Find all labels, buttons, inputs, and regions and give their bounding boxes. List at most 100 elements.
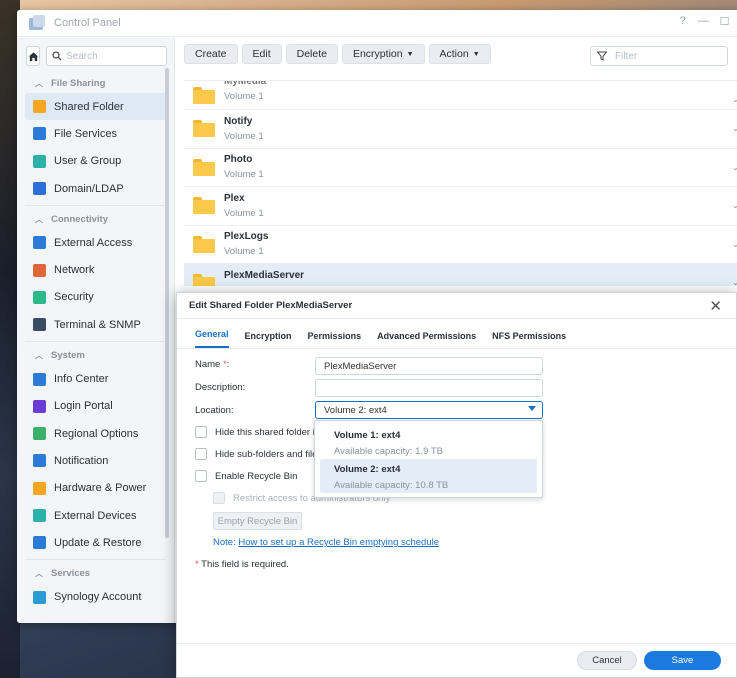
tab-nfs-permissions[interactable]: NFS Permissions [492,331,566,348]
user-group-icon [33,154,46,168]
sidebar-section-header[interactable]: ︿ Services [17,563,174,583]
sidebar-item-label: Notification [54,454,109,467]
sidebar-section-header[interactable]: ︿ Connectivity [17,209,174,229]
encryption-button[interactable]: Encryption ▼ [341,44,425,64]
folder-icon [193,197,215,215]
dialog-footer: Cancel Save [177,643,736,677]
sidebar-item-regional-options[interactable]: Regional Options [25,420,167,447]
help-icon[interactable]: ? [676,15,689,28]
table-row[interactable]: Plex Volume 1 ⌄ [184,187,737,226]
section-label: Services [51,567,91,579]
table-row[interactable]: PlexMediaServer Volume 2 ⌄ [184,264,737,286]
cancel-button[interactable]: Cancel [577,651,637,670]
checkbox-box[interactable] [195,448,207,460]
sidebar-divider [25,559,166,561]
dropdown-option[interactable]: Volume 1: ext4 Available capacity: 1.9 TB [320,425,537,459]
name-label: Name *: [195,359,230,370]
name-field[interactable]: PlexMediaServer [315,357,543,375]
search-input[interactable] [66,50,166,62]
folder-icon [193,120,215,138]
recycle-schedule-link[interactable]: How to set up a Recycle Bin emptying sch… [238,537,439,548]
table-row[interactable]: Photo Volume 1 ⌄ [184,149,737,187]
folder-icon [193,274,215,286]
sidebar-item-login-portal[interactable]: Login Portal [25,393,167,420]
create-button[interactable]: Create [184,44,238,64]
folder-name: PlexMediaServer [224,269,305,281]
checkbox-box[interactable] [195,426,207,438]
sidebar-item-label: File Services [54,127,117,140]
search-icon [52,51,62,61]
sidebar-item-external-devices[interactable]: External Devices [25,502,167,529]
sidebar-item-synology-account[interactable]: Synology Account [25,583,167,610]
tab-general[interactable]: General [195,329,229,348]
sidebar-section-header[interactable]: ︿ System [17,345,174,365]
hardware-power-icon [33,481,46,495]
sidebar-divider [25,205,166,207]
notification-icon [33,454,46,468]
tab-advanced-permissions[interactable]: Advanced Permissions [377,331,476,348]
edit-button[interactable]: Edit [241,44,282,64]
table-row[interactable]: PlexLogs Volume 1 ⌄ [184,226,737,264]
checkbox-box [213,492,225,504]
close-icon[interactable]: ✕ [709,297,722,315]
sidebar-item-domain-ldap[interactable]: Domain/LDAP [25,175,167,202]
chevron-down-icon[interactable]: ⌄ [732,240,737,249]
tab-encryption[interactable]: Encryption [245,331,292,348]
hide-subfolders-checkbox[interactable]: Hide sub-folders and files fr [195,448,331,460]
sidebar-item-shared-folder[interactable]: Shared Folder [25,93,167,121]
chevron-down-icon[interactable]: ⌄ [732,124,737,133]
folder-name: MyMedia [224,80,267,87]
home-icon [28,51,38,61]
description-field[interactable] [315,379,543,397]
filter-box[interactable] [590,46,728,66]
required-text: This field is required. [201,559,289,570]
sidebar-item-user-group[interactable]: User & Group [25,148,167,175]
folder-volume: Volume 1 [224,207,264,219]
minimize-icon[interactable]: — [697,15,710,28]
tab-permissions[interactable]: Permissions [308,331,362,348]
enable-recycle-checkbox[interactable]: Enable Recycle Bin [195,470,297,482]
sidebar-item-info-center[interactable]: Info Center [25,365,167,392]
sidebar-item-hardware-power[interactable]: Hardware & Power [25,475,167,502]
save-button[interactable]: Save [644,651,721,670]
terminal-icon [33,318,46,332]
maximize-icon[interactable]: ☐ [718,15,731,28]
chevron-down-icon[interactable]: ⌄ [732,95,737,104]
dropdown-caret-icon [528,406,536,411]
chevron-down-icon[interactable]: ⌄ [732,278,737,286]
home-button[interactable] [26,46,40,66]
title-bar[interactable]: Control Panel ? — ☐ [17,10,737,37]
sidebar-item-file-services[interactable]: File Services [25,120,167,147]
delete-button[interactable]: Delete [285,44,338,64]
action-button[interactable]: Action ▼ [428,44,491,64]
sidebar-scrollbar[interactable] [165,68,169,538]
folder-icon [193,235,215,253]
folder-icon [193,158,215,176]
location-select[interactable]: Volume 2: ext4 [315,401,543,419]
dropdown-option[interactable]: Volume 2: ext4 Available capacity: 10.8 T… [320,459,537,493]
sidebar-section-header[interactable]: ︿ File Sharing [17,73,174,93]
sidebar-search[interactable] [46,46,167,66]
folder-name: Photo [224,154,253,166]
option-capacity: Available capacity: 10.8 TB [334,480,449,491]
chevron-down-icon[interactable]: ⌄ [732,163,737,172]
folder-name: Plex [224,192,245,204]
sidebar-item-label: External Access [54,236,133,249]
sidebar-item-update-restore[interactable]: Update & Restore [25,529,167,556]
sidebar-item-label: Hardware & Power [54,482,147,495]
checkbox-box[interactable] [195,470,207,482]
sidebar-item-external-access[interactable]: External Access [25,229,167,256]
table-row[interactable]: Notify Volume 1 ⌄ [184,110,737,149]
folder-icon [193,86,215,104]
sidebar-item-security[interactable]: Security [25,284,167,311]
folder-volume: Volume 2 [224,285,304,286]
chevron-down-icon[interactable]: ⌄ [732,201,737,210]
sidebar-item-notification[interactable]: Notification [25,447,167,474]
table-row[interactable]: MyMedia Volume 1 ⌄ [184,81,737,110]
folder-volume: Volume 1 [224,91,264,102]
sidebar-item-terminal-snmp[interactable]: Terminal & SNMP [25,311,167,338]
file-services-icon [33,127,46,141]
filter-input[interactable] [615,50,715,62]
sidebar-item-label: Security [54,291,94,304]
sidebar-item-network[interactable]: Network [25,256,167,283]
